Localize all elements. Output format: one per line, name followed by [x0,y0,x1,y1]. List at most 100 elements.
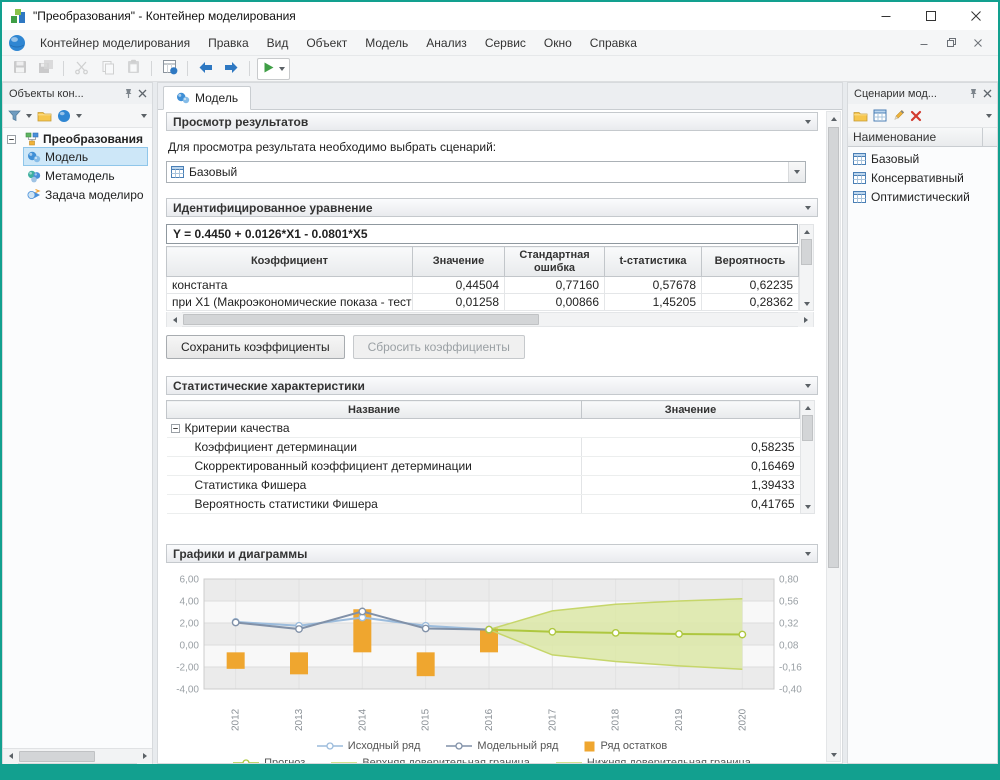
stats-row[interactable]: Статистика Фишера1,39433 [167,476,800,495]
collapse-group-icon[interactable] [171,424,180,433]
stats-row[interactable]: Вероятность статистики Фишера0,41765 [167,495,800,514]
menu-item[interactable]: Модель [356,31,417,55]
section-charts-header[interactable]: Графики и диаграммы [166,544,818,563]
stats-row[interactable]: Коэффициент детерминации0,58235 [167,438,800,457]
close-panel-icon[interactable] [983,89,992,98]
coeff-row[interactable]: при X1 (Макроэкономические показа - тест… [167,294,799,311]
menu-item[interactable]: Контейнер моделирования [31,31,199,55]
stats-row[interactable]: Скорректированный коэффициент детерминац… [167,457,800,476]
menu-item[interactable]: Объект [297,31,356,55]
tree-item[interactable]: Метамодель [23,166,148,185]
cut-button[interactable] [69,58,94,80]
menu-item[interactable]: Правка [199,31,258,55]
coeff-row[interactable]: константа0,445040,771600,576780,62235 [167,277,799,294]
objects-panel-hscrollbar[interactable] [3,748,152,763]
tree-root[interactable]: Преобразования [3,131,152,147]
scroll-down-icon[interactable] [800,297,813,310]
paste-button[interactable] [121,58,146,80]
chevron-down-icon[interactable] [788,162,805,182]
menu-item[interactable]: Окно [535,31,581,55]
stats-column-header[interactable]: Значение [582,401,800,419]
collapse-section-icon[interactable] [805,206,811,210]
menu-item[interactable]: Анализ [417,31,476,55]
minimize-button[interactable] [863,2,908,30]
menu-item[interactable]: Справка [581,31,646,55]
legend-item[interactable]: Верхняя доверительная граница [331,757,530,763]
edit-pencil-icon[interactable] [892,109,905,122]
section-equation-header[interactable]: Идентифицированное уравнение [166,198,818,217]
coeff-column-header[interactable]: Вероятность [702,247,799,277]
content-vscrollbar[interactable] [826,111,841,762]
run-button[interactable] [257,58,290,80]
object-type-dropdown-icon[interactable] [76,114,82,118]
coefficients-hscrollbar[interactable] [166,312,814,327]
application-menu-icon[interactable] [8,34,26,52]
scroll-right-icon[interactable] [798,312,813,327]
maximize-button[interactable] [908,2,953,30]
calculate-button[interactable] [157,58,182,80]
equation-box[interactable]: Y = 0.4450 + 0.0126*X1 - 0.0801*X5 [166,224,798,244]
legend-item[interactable]: Модельный ряд [446,740,558,752]
collapse-tree-icon[interactable] [7,135,16,144]
save-button[interactable] [7,58,32,80]
coeff-column-header[interactable]: Стандартная ошибка [505,247,605,277]
coeff-column-header[interactable]: Значение [413,247,505,277]
forward-button[interactable] [219,58,244,80]
mdi-minimize-button[interactable] [912,34,936,52]
column-header-label[interactable]: Наименование [848,128,983,146]
tab-model[interactable]: Модель [163,86,251,110]
coeff-column-header[interactable]: t-статистика [605,247,702,277]
legend-item[interactable]: Прогноз [233,757,305,763]
run-dropdown-icon[interactable] [279,67,285,71]
back-button[interactable] [193,58,218,80]
scroll-up-icon[interactable] [800,225,813,238]
stats-group-row[interactable]: Критерии качества [167,419,800,438]
collapse-section-icon[interactable] [805,552,811,556]
statistics-vscrollbar[interactable] [800,400,815,514]
scroll-right-icon[interactable] [137,749,152,764]
toolbar-overflow-icon[interactable] [141,114,147,118]
mdi-restore-button[interactable] [939,34,963,52]
legend-item[interactable]: Исходный ряд [317,740,421,752]
menu-item[interactable]: Сервис [476,31,535,55]
reset-coefficients-button[interactable]: Сбросить коэффициенты [353,335,525,359]
toolbar-overflow-icon[interactable] [986,114,992,118]
collapse-section-icon[interactable] [805,384,811,388]
section-stats-header[interactable]: Статистические характеристики [166,376,818,395]
scenarios-column-header[interactable]: Наименование [848,128,997,147]
filter-dropdown-icon[interactable] [26,114,32,118]
scroll-up-icon[interactable] [801,401,814,414]
object-type-icon[interactable] [57,109,71,123]
copy-button[interactable] [95,58,120,80]
close-button[interactable] [953,2,998,30]
section-results-header[interactable]: Просмотр результатов [166,112,818,131]
filter-icon[interactable] [8,110,21,122]
tree-item[interactable]: Модель [23,147,148,166]
scroll-down-icon[interactable] [827,748,840,761]
scenario-list-icon[interactable] [873,109,887,122]
save-coefficients-button[interactable]: Сохранить коэффициенты [166,335,345,359]
folder-icon[interactable] [37,110,52,122]
scenario-select[interactable]: Базовый [166,161,806,183]
mdi-close-button[interactable] [966,34,990,52]
coefficients-vscrollbar[interactable] [799,224,814,311]
scroll-up-icon[interactable] [827,112,840,125]
scenario-item[interactable]: Оптимистический [848,187,997,206]
folder-icon[interactable] [853,110,868,122]
legend-item[interactable]: Нижняя доверительная граница [556,757,751,763]
scroll-left-icon[interactable] [3,749,18,764]
delete-icon[interactable] [910,110,922,122]
scenario-item[interactable]: Консервативный [848,168,997,187]
menu-item[interactable]: Вид [258,31,298,55]
pin-icon[interactable] [123,88,133,99]
legend-item[interactable]: Ряд остатков [584,740,667,752]
save-all-button[interactable] [33,58,58,80]
scroll-left-icon[interactable] [167,312,182,327]
scroll-down-icon[interactable] [801,500,814,513]
stats-column-header[interactable]: Название [167,401,582,419]
scenario-item[interactable]: Базовый [848,149,997,168]
collapse-section-icon[interactable] [805,120,811,124]
coeff-column-header[interactable]: Коэффициент [167,247,413,277]
pin-icon[interactable] [968,88,978,99]
tree-item[interactable]: Задача моделирования [23,185,148,204]
